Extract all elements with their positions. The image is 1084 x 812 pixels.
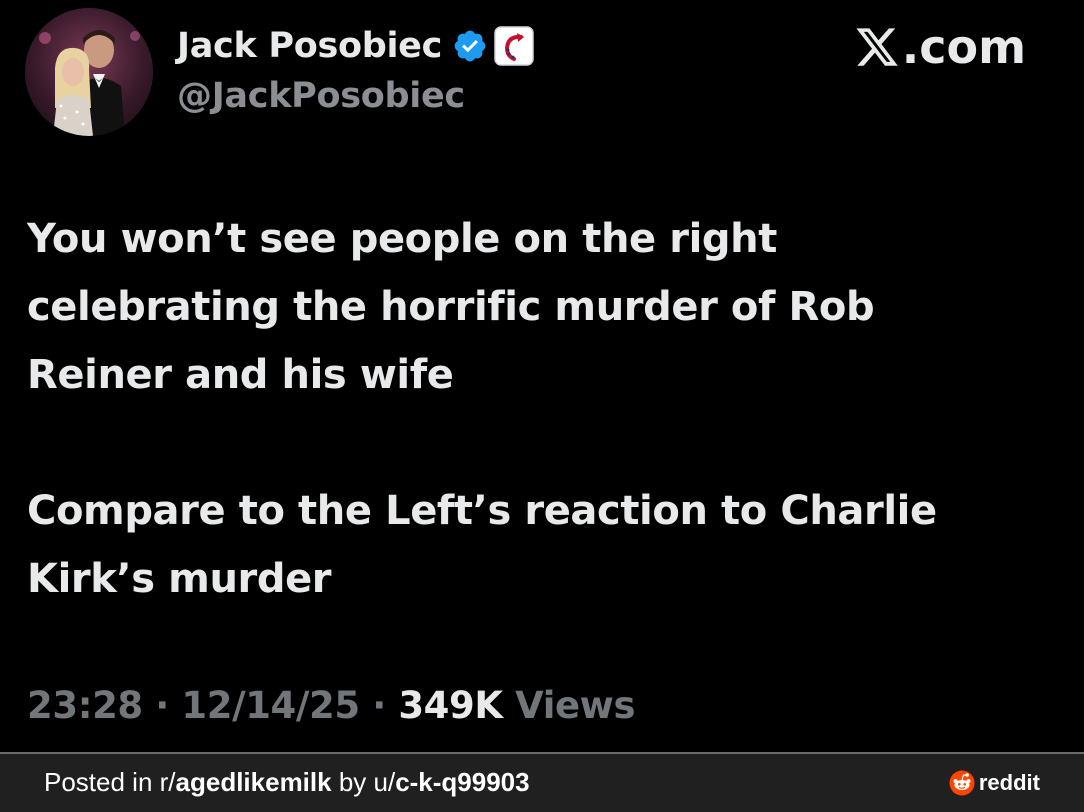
brand-domain: .com xyxy=(901,20,1026,74)
avatar[interactable] xyxy=(25,8,153,136)
meta-separator: · xyxy=(155,684,169,727)
posted-in-prefix: Posted in r/ xyxy=(44,767,176,797)
views-label: Views xyxy=(515,684,636,727)
tweet-meta: 23:28 · 12/14/25 · 349K Views xyxy=(27,684,635,727)
display-name[interactable]: Jack Posobiec xyxy=(177,26,442,66)
tweet-line: Kirk’s murder xyxy=(27,556,332,602)
tweet-body: You won’t see people on the right celebr… xyxy=(27,205,1047,613)
tweet-paragraph: Compare to the Left’s reaction to Charli… xyxy=(27,477,1047,613)
reddit-wordmark: reddit xyxy=(978,770,1040,795)
name-row: Jack Posobiec xyxy=(177,22,534,70)
tweet-line: You won’t see people on the right xyxy=(27,216,777,262)
reddit-logo[interactable]: reddit xyxy=(949,770,1040,796)
subreddit-link[interactable]: agedlikemilk xyxy=(176,767,332,797)
tweet-line: celebrating the horrific murder of Rob xyxy=(27,284,875,330)
tweet-date[interactable]: 12/14/25 xyxy=(181,684,360,727)
posted-in-text: Posted in r/agedlikemilk by u/c-k-q99903 xyxy=(44,767,530,798)
reddit-snoo-icon xyxy=(949,770,975,796)
brand-watermark: .com xyxy=(854,20,1026,74)
tweet-time[interactable]: 23:28 xyxy=(27,684,143,727)
tweet-line: Reiner and his wife xyxy=(27,352,454,398)
tweet-line: Compare to the Left’s reaction to Charli… xyxy=(27,488,937,534)
views-count: 349K xyxy=(398,684,503,727)
reddit-footer: Posted in r/agedlikemilk by u/c-k-q99903… xyxy=(0,752,1084,812)
user-handle[interactable]: @JackPosobiec xyxy=(177,76,465,116)
tweet-paragraph: You won’t see people on the right celebr… xyxy=(27,205,1047,409)
by-prefix: by u/ xyxy=(331,767,396,797)
x-logo-icon xyxy=(856,28,898,66)
meta-separator: · xyxy=(372,684,386,727)
verified-badge-icon xyxy=(454,30,486,62)
tweet-card: Jack Posobiec @JackPosobiec .com You won… xyxy=(0,0,1084,752)
affiliate-logo-icon[interactable] xyxy=(494,26,534,66)
username-link[interactable]: c-k-q99903 xyxy=(395,767,529,797)
